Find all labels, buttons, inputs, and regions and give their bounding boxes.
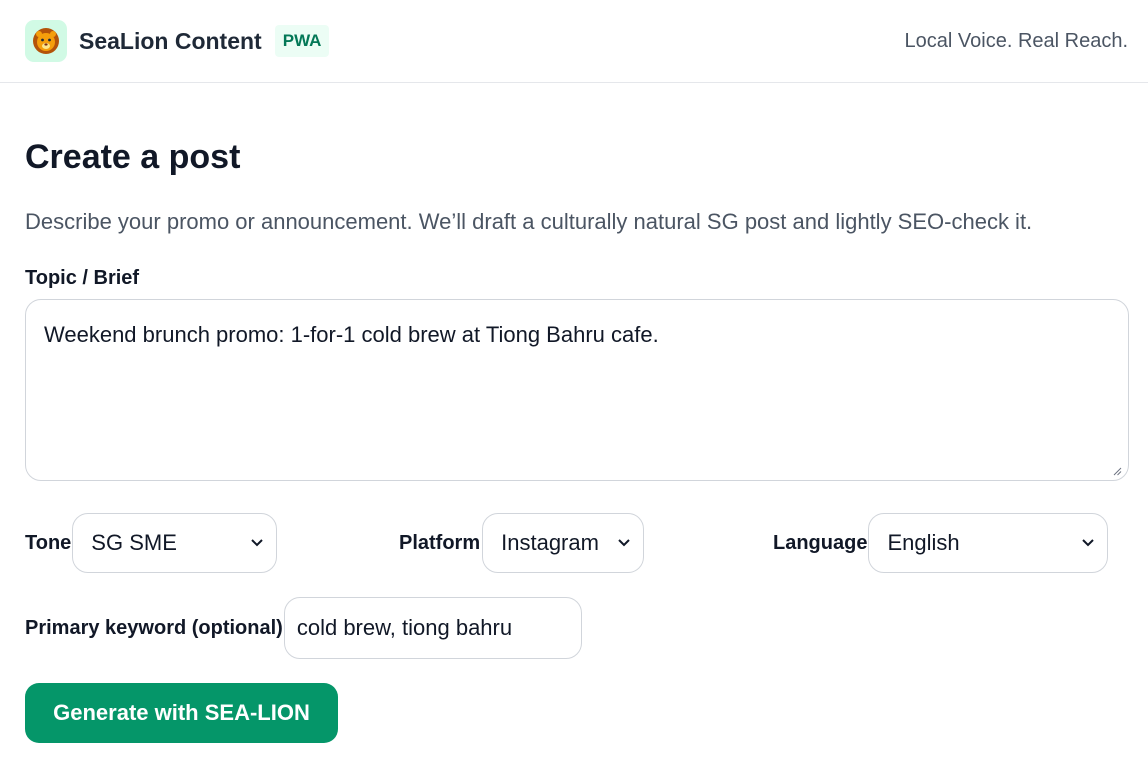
tagline: Local Voice. Real Reach.: [904, 29, 1128, 52]
chevron-down-icon: [618, 539, 630, 547]
platform-value: Instagram: [501, 530, 599, 555]
platform-select[interactable]: Instagram: [482, 513, 645, 573]
app-title: SeaLion Content: [79, 27, 262, 54]
language-select[interactable]: English: [868, 513, 1109, 573]
generate-button[interactable]: Generate with SEA-LION: [25, 683, 338, 743]
topic-text: Weekend brunch promo: 1-for-1 cold brew …: [44, 322, 659, 347]
tone-select[interactable]: SG SME: [72, 513, 278, 573]
resize-grip-icon[interactable]: [1112, 466, 1122, 476]
language-field: Language English: [773, 513, 1109, 573]
platform-field: Platform Instagram: [399, 513, 645, 573]
tone-label: Tone: [25, 531, 72, 554]
chevron-down-icon: [1082, 539, 1095, 547]
platform-label: Platform: [399, 531, 481, 554]
keyword-input[interactable]: cold brew, tiong bahru: [283, 597, 582, 659]
tone-field: Tone SG SME: [25, 513, 278, 573]
keyword-value: cold brew, tiong bahru: [296, 615, 513, 640]
topic-textarea[interactable]: Weekend brunch promo: 1-for-1 cold brew …: [25, 299, 1129, 481]
topic-label: Topic / Brief: [25, 267, 140, 289]
tone-value: SG SME: [91, 530, 177, 555]
options-row: Tone SG SME Platform Instagram Language …: [25, 513, 1129, 573]
form-description: Describe your promo or announcement. We’…: [25, 209, 1033, 234]
page-title: Create a post: [25, 138, 241, 176]
lion-logo-icon: [25, 20, 67, 62]
chevron-down-icon: [251, 539, 264, 547]
language-value: English: [887, 530, 960, 555]
keyword-label: Primary keyword (optional): [25, 616, 283, 639]
keyword-row: Primary keyword (optional) cold brew, ti…: [25, 597, 582, 659]
pwa-badge: PWA: [274, 25, 330, 57]
app-header: SeaLion Content PWA Local Voice. Real Re…: [0, 0, 1148, 83]
language-label: Language: [773, 531, 868, 554]
